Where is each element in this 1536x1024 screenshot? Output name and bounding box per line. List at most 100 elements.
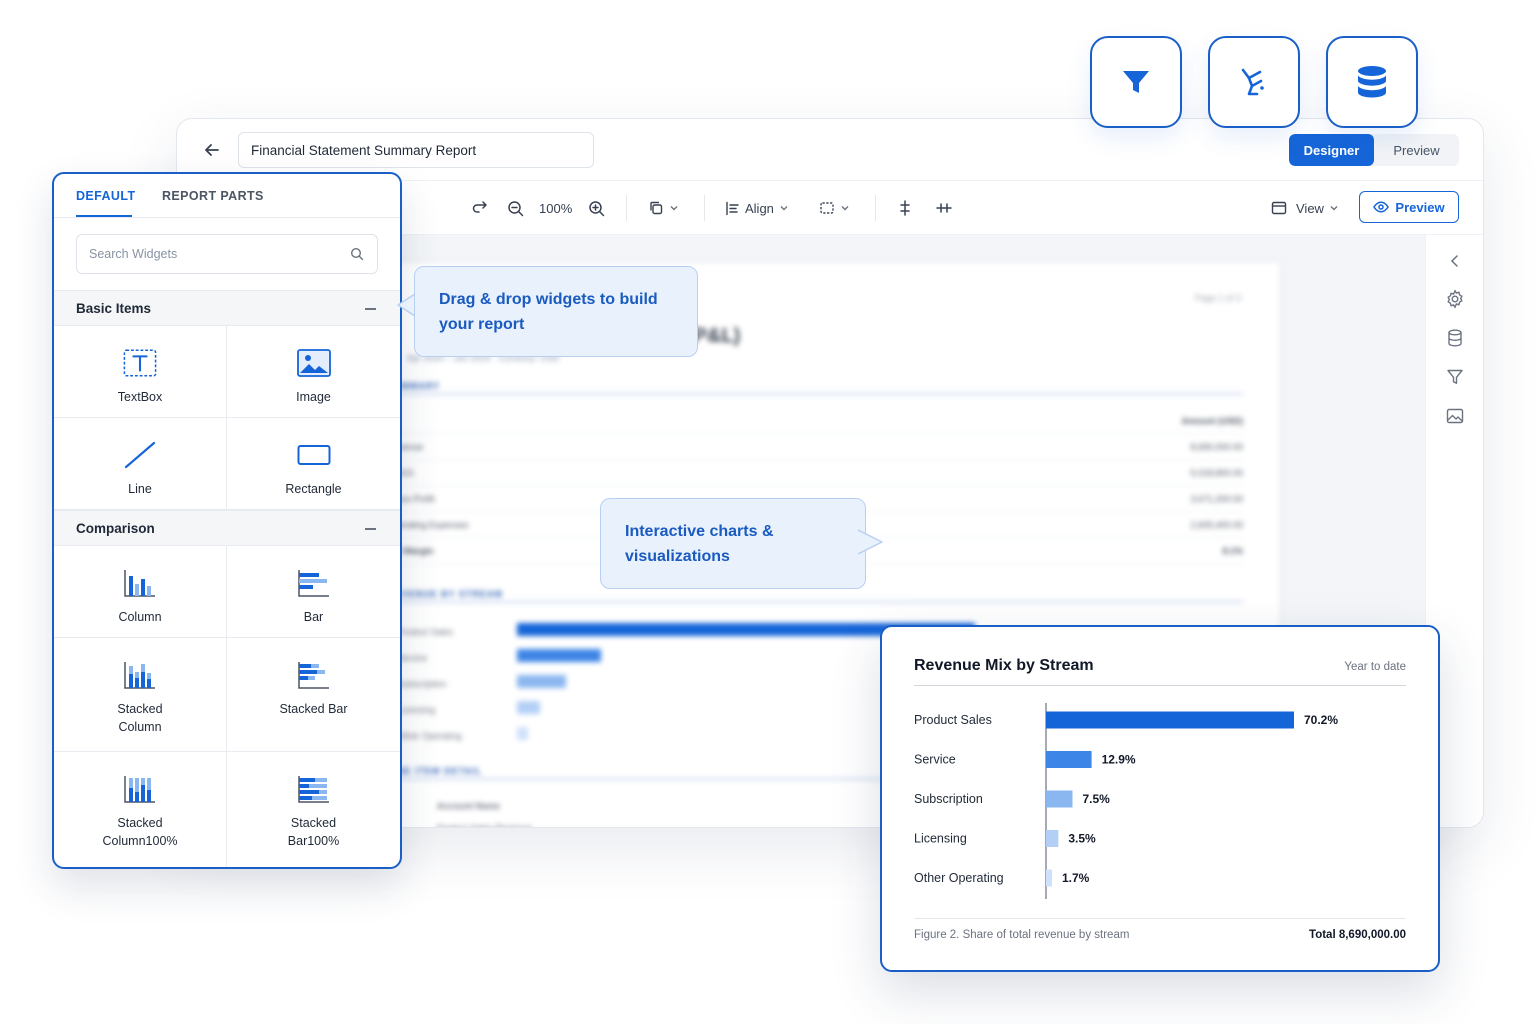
- widget-label: Stacked Column100%: [102, 816, 178, 848]
- bar[interactable]: [1046, 711, 1294, 729]
- chevron-down-icon: [780, 206, 788, 211]
- widget-stacked-bar-100[interactable]: Stacked Bar100%: [227, 752, 400, 867]
- redo-icon[interactable]: [471, 197, 489, 219]
- bar: [517, 675, 566, 688]
- query-tool-button[interactable]: [1208, 36, 1300, 128]
- chevron-down-icon: [670, 206, 678, 211]
- chart-total: Total 8,690,000.00: [1309, 929, 1406, 941]
- preview-button-label: Preview: [1395, 199, 1445, 215]
- widget-label: Line: [128, 482, 152, 496]
- widget-label: Stacked Bar: [279, 702, 348, 716]
- group-basic-items[interactable]: Basic Items: [54, 290, 400, 326]
- bar[interactable]: [1046, 751, 1092, 768]
- distribute-horizontal-icon[interactable]: [935, 197, 953, 219]
- selection-box-icon: [820, 202, 834, 214]
- table-cell: Product Sales Revenue: [437, 823, 532, 828]
- gear-icon[interactable]: [1445, 289, 1465, 309]
- bar[interactable]: [1046, 830, 1059, 847]
- bar: [517, 727, 528, 740]
- category-label: Licensing: [914, 832, 967, 846]
- collapse-icon[interactable]: [365, 308, 376, 310]
- data-source-tool-button[interactable]: [1326, 36, 1418, 128]
- widget-textbox[interactable]: TextBox: [54, 326, 227, 418]
- bar[interactable]: [1046, 869, 1053, 887]
- data-label: 7.5%: [1082, 792, 1110, 806]
- view-menu[interactable]: View: [1271, 197, 1339, 219]
- bar-label: Subscription: [397, 679, 447, 689]
- table-row: Revenue 8,690,000.00: [387, 434, 1243, 460]
- zoom-in-icon[interactable]: [588, 197, 605, 219]
- bar-label: Product Sales: [397, 627, 454, 637]
- group-comparison[interactable]: Comparison: [54, 510, 400, 546]
- section-rule: [387, 393, 1243, 395]
- report-title-input[interactable]: [238, 132, 594, 168]
- widget-label: Stacked Column: [117, 702, 163, 734]
- preview-mode-button[interactable]: Preview: [1374, 134, 1459, 166]
- data-label: 1.7%: [1062, 871, 1090, 885]
- data-label: 3.5%: [1068, 832, 1096, 846]
- revenue-mix-card[interactable]: Revenue Mix by Stream Year to date Produ…: [880, 625, 1440, 972]
- callout-pointer: [857, 529, 883, 555]
- collapse-icon[interactable]: [365, 528, 376, 530]
- toolbar-divider: [626, 195, 627, 221]
- revenue-section-title: REVENUE BY STREAM: [387, 589, 503, 599]
- bar-chart-icon: [297, 566, 331, 600]
- chart-caption: Figure 2. Share of total revenue by stre…: [914, 929, 1130, 941]
- drag-drop-callout: Drag & drop widgets to build your report: [414, 266, 698, 357]
- filter-icon[interactable]: [1445, 367, 1465, 387]
- widget-label: TextBox: [117, 390, 163, 404]
- bar: [517, 649, 601, 662]
- data-label: 70.2%: [1304, 713, 1338, 727]
- search-widgets-input[interactable]: [76, 234, 378, 274]
- category-label: Subscription: [914, 792, 983, 806]
- view-label: View: [1296, 200, 1324, 216]
- copy-menu[interactable]: [648, 197, 679, 219]
- copy-icon: [650, 201, 663, 215]
- table-row: Amount (USD): [387, 408, 1243, 434]
- stacked-bar-100-chart-icon: [297, 772, 331, 806]
- layout-icon: [1271, 201, 1287, 215]
- filter-tool-button[interactable]: [1090, 36, 1182, 128]
- widget-line[interactable]: Line: [54, 418, 227, 510]
- zoom-level[interactable]: 100%: [539, 197, 572, 219]
- widget-label: Bar: [303, 610, 324, 624]
- chart-bottom-rule: [914, 918, 1406, 919]
- filter-icon: [1123, 71, 1149, 93]
- column-header: Account Name: [437, 801, 501, 811]
- bar: [517, 701, 540, 714]
- zoom-out-icon[interactable]: [507, 197, 524, 219]
- image-icon[interactable]: [1445, 406, 1465, 426]
- widget-stacked-column-100[interactable]: Stacked Column100%: [54, 752, 227, 867]
- stacked-bar-chart-icon: [297, 658, 331, 692]
- chevron-left-icon[interactable]: [1445, 251, 1465, 271]
- database-icon[interactable]: [1445, 328, 1465, 348]
- widgets-panel: DEFAULT REPORT PARTS Basic Items TextBox…: [52, 172, 402, 869]
- back-arrow-icon[interactable]: [201, 139, 223, 161]
- stacked-column-chart-icon: [123, 658, 157, 692]
- widget-stacked-bar[interactable]: Stacked Bar: [227, 638, 400, 752]
- align-menu[interactable]: Align: [725, 197, 789, 219]
- category-label: Service: [914, 753, 956, 767]
- tab-default[interactable]: DEFAULT: [76, 189, 136, 203]
- widget-bar[interactable]: Bar: [227, 546, 400, 638]
- chevron-down-icon: [841, 206, 849, 211]
- bar[interactable]: [1046, 790, 1073, 808]
- search-icon[interactable]: [350, 247, 364, 261]
- widgets-tabs: DEFAULT REPORT PARTS: [54, 174, 400, 218]
- category-label: Other Operating: [914, 871, 1004, 885]
- selection-menu[interactable]: [819, 197, 850, 219]
- designer-mode-button[interactable]: Designer: [1289, 134, 1374, 166]
- widget-label: Rectangle: [285, 482, 342, 496]
- widget-rectangle[interactable]: Rectangle: [227, 418, 400, 510]
- group-label: Basic Items: [76, 301, 152, 316]
- widget-image[interactable]: Image: [227, 326, 400, 418]
- widget-label: Stacked Bar100%: [287, 816, 340, 848]
- preview-button[interactable]: Preview: [1359, 191, 1459, 223]
- callout-text: Interactive charts & visualizations: [625, 523, 774, 565]
- distribute-vertical-icon[interactable]: [897, 197, 913, 219]
- widget-column[interactable]: Column: [54, 546, 227, 638]
- widget-stacked-column[interactable]: Stacked Column: [54, 638, 227, 752]
- tab-report-parts[interactable]: REPORT PARTS: [162, 189, 264, 203]
- widget-label: Image: [296, 390, 331, 404]
- table-row: COGS5,018,800.00: [387, 460, 1243, 486]
